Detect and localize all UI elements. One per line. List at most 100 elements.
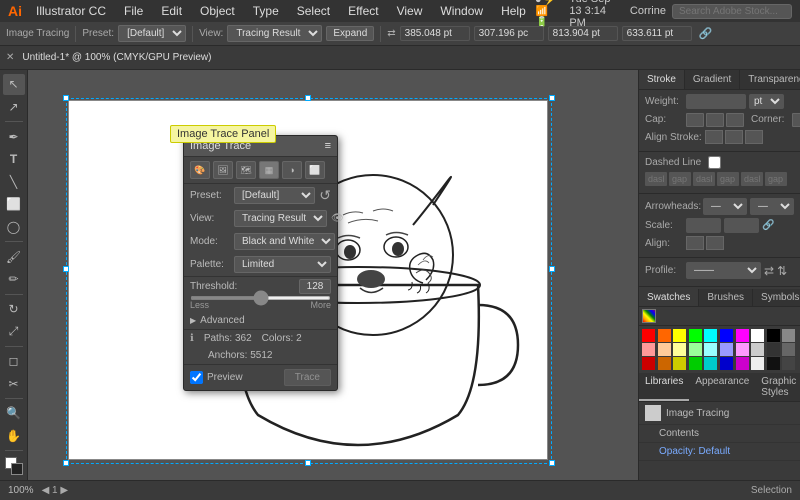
hand-tool[interactable]: ✋ — [3, 426, 25, 447]
gap3[interactable] — [765, 172, 787, 186]
zoom-tool[interactable]: 🔍 — [3, 403, 25, 424]
dash3[interactable] — [741, 172, 763, 186]
direct-select-tool[interactable]: ↗ — [3, 97, 25, 118]
swatch-9[interactable] — [782, 329, 795, 342]
swatch-12[interactable] — [673, 343, 686, 356]
swatch-20[interactable] — [642, 357, 655, 370]
swatch-13[interactable] — [689, 343, 702, 356]
menu-illustrator[interactable]: Illustrator CC — [28, 2, 114, 20]
tab-symbols[interactable]: Symbols — [753, 289, 800, 306]
outline-icon[interactable]: ⬜ — [305, 161, 325, 179]
preset-select[interactable]: [Default] — [118, 25, 186, 42]
swatch-8[interactable] — [767, 329, 780, 342]
profile-select[interactable]: —— — [686, 262, 761, 279]
handle-bm[interactable] — [305, 460, 311, 466]
link-scale-icon[interactable]: 🔗 — [762, 220, 774, 231]
menu-file[interactable]: File — [116, 2, 151, 20]
y-coord[interactable] — [474, 26, 544, 41]
rotate-tool[interactable]: ↻ — [3, 299, 25, 320]
view-icon[interactable]: 👁 — [331, 213, 344, 224]
flip-icon[interactable]: ⇄ — [764, 264, 774, 278]
select-tool[interactable]: ↖ — [3, 74, 25, 95]
bw-icon[interactable]: ◑ — [282, 161, 302, 179]
handle-bl[interactable] — [63, 460, 69, 466]
x-coord[interactable] — [400, 26, 470, 41]
handle-tm[interactable] — [305, 95, 311, 101]
view-select[interactable]: Tracing Result — [227, 25, 322, 42]
swatch-7[interactable] — [751, 329, 764, 342]
scale-start-input[interactable] — [686, 218, 721, 233]
menu-type[interactable]: Type — [245, 2, 287, 20]
preset-reset-icon[interactable]: ↺ — [319, 187, 331, 204]
dash2[interactable] — [693, 172, 715, 186]
swatch-0[interactable] — [642, 329, 655, 342]
swatch-6[interactable] — [736, 329, 749, 342]
swatch-26[interactable] — [736, 357, 749, 370]
handle-br[interactable] — [549, 460, 555, 466]
line-tool[interactable]: ╲ — [3, 172, 25, 193]
pen-tool[interactable]: ✒ — [3, 126, 25, 147]
tab-libraries[interactable]: Libraries — [639, 373, 689, 401]
swatch-5[interactable] — [720, 329, 733, 342]
menu-help[interactable]: Help — [493, 2, 534, 20]
lib-item-opacity[interactable]: Opacity: Default — [639, 443, 800, 461]
menu-view[interactable]: View — [389, 2, 431, 20]
type-tool[interactable]: T — [3, 149, 25, 170]
tab-graphic-styles[interactable]: Graphic Styles — [755, 373, 800, 401]
eraser-tool[interactable]: ◻ — [3, 351, 25, 372]
pencil-tool[interactable]: ✏ — [3, 269, 25, 290]
dashed-line-checkbox[interactable] — [708, 156, 721, 169]
swatch-29[interactable] — [782, 357, 795, 370]
expand-button[interactable]: Expand — [326, 26, 374, 41]
swatch-11[interactable] — [658, 343, 671, 356]
swatch-15[interactable] — [720, 343, 733, 356]
handle-mr[interactable] — [549, 266, 555, 272]
tab-stroke[interactable]: Stroke — [639, 70, 685, 89]
panel-close-button[interactable]: ≡ — [325, 141, 331, 152]
swatch-10[interactable] — [642, 343, 655, 356]
menu-select[interactable]: Select — [289, 2, 338, 20]
align-inside[interactable] — [725, 130, 743, 144]
high-color-icon[interactable]: 🖼 — [213, 161, 233, 179]
handle-tl[interactable] — [63, 95, 69, 101]
align-opt2[interactable] — [706, 236, 724, 250]
swatch-25[interactable] — [720, 357, 733, 370]
swatch-2[interactable] — [673, 329, 686, 342]
tab-brushes[interactable]: Brushes — [699, 289, 753, 306]
gap2[interactable] — [717, 172, 739, 186]
scale-tool[interactable]: ⤢ — [3, 321, 25, 342]
advanced-header[interactable]: ▶ Advanced — [184, 312, 337, 329]
preview-checkbox[interactable] — [190, 371, 203, 384]
preview-checkbox-label[interactable]: Preview — [190, 371, 243, 384]
weight-unit-select[interactable]: pt — [749, 94, 784, 109]
palette-select[interactable]: Limited — [234, 256, 331, 273]
tab-swatches[interactable]: Swatches — [639, 289, 699, 306]
low-color-icon[interactable]: 🗺 — [236, 161, 256, 179]
tab-transparency[interactable]: Transparency — [740, 70, 800, 89]
arrow-start-select[interactable]: — — [703, 198, 747, 215]
cap-butt[interactable] — [686, 113, 704, 127]
swatch-23[interactable] — [689, 357, 702, 370]
arrow-end-select[interactable]: — — [750, 198, 794, 215]
cap-projecting[interactable] — [726, 113, 744, 127]
weight-input[interactable] — [686, 94, 746, 109]
canvas-area[interactable]: Image Trace Panel Image Trace ≡ 🎨 🖼 🗺 ▦ … — [28, 70, 638, 480]
fill-stroke-swatch[interactable] — [3, 455, 25, 476]
handle-ml[interactable] — [63, 266, 69, 272]
swatch-16[interactable] — [736, 343, 749, 356]
lib-item-image-tracing[interactable]: Image Tracing — [639, 402, 800, 425]
auto-color-icon[interactable]: 🎨 — [190, 161, 210, 179]
align-outside[interactable] — [745, 130, 763, 144]
ellipse-tool[interactable]: ◯ — [3, 217, 25, 238]
corner-miter[interactable] — [792, 113, 800, 127]
swatch-28[interactable] — [767, 357, 780, 370]
view-select[interactable]: Tracing Result — [234, 210, 327, 227]
swatch-1[interactable] — [658, 329, 671, 342]
gradient-swatch[interactable] — [642, 309, 656, 323]
dash1[interactable] — [645, 172, 667, 186]
menu-edit[interactable]: Edit — [153, 2, 190, 20]
mode-select[interactable]: Black and White — [234, 233, 335, 250]
h-coord[interactable] — [622, 26, 692, 41]
handle-tr[interactable] — [549, 95, 555, 101]
cap-round[interactable] — [706, 113, 724, 127]
